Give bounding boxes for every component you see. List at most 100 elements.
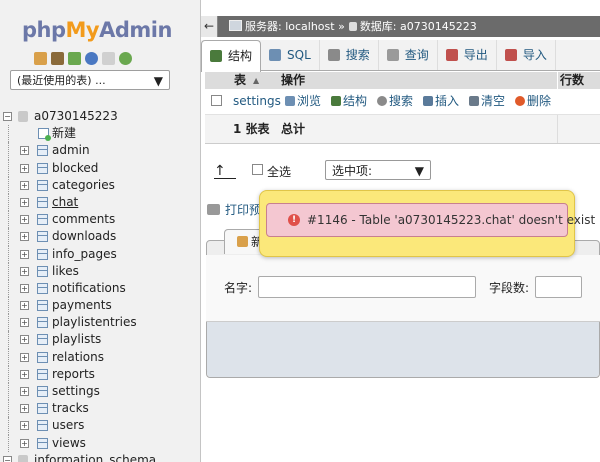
exit-icon[interactable]	[51, 52, 64, 65]
browse-link[interactable]: 浏览	[285, 89, 321, 114]
expand-icon[interactable]: +	[20, 438, 29, 448]
breadcrumb-database[interactable]: 数据库: a0730145223	[360, 20, 477, 33]
tab-4[interactable]: 导出	[438, 40, 497, 70]
drop-link[interactable]: 删除	[515, 89, 551, 114]
expand-icon[interactable]: +	[20, 266, 29, 276]
tree-database-information-schema[interactable]: − information_schema	[0, 452, 200, 462]
structure-link[interactable]: 结构	[331, 89, 367, 114]
tree-table-playlists[interactable]: + playlists	[0, 331, 200, 349]
field-count-label: 字段数:	[489, 281, 530, 295]
tree-table-downloads[interactable]: + downloads	[0, 228, 200, 246]
tree-database[interactable]: − a0730145223	[0, 108, 200, 125]
main-tabs: 结构 SQL 搜索 查询 导出 导入	[201, 40, 600, 72]
create-table-footer	[207, 322, 599, 377]
with-selected-bar: ↑ 全选 选中项: ▼	[214, 160, 594, 182]
quick-links	[34, 52, 132, 65]
expand-icon[interactable]: +	[20, 387, 29, 396]
collapse-icon[interactable]: −	[3, 455, 12, 462]
table-icon	[37, 231, 48, 243]
tree-table-admin[interactable]: + admin	[0, 142, 200, 160]
expand-icon[interactable]: +	[20, 404, 29, 414]
column-action: 操作	[281, 73, 306, 87]
summary-count: 1 张表	[233, 122, 270, 136]
expand-icon[interactable]: +	[20, 232, 29, 242]
tree-table-categories[interactable]: + categories	[0, 176, 200, 194]
breadcrumb-server[interactable]: 服务器: localhost »	[245, 20, 345, 33]
expand-icon[interactable]: +	[20, 215, 29, 225]
tab-2[interactable]: 搜索	[320, 40, 379, 70]
table-icon	[37, 145, 48, 157]
tree-table-relations[interactable]: + relations	[0, 348, 200, 366]
settings-icon[interactable]	[119, 52, 132, 65]
tree-table-playlistentries[interactable]: + playlistentries	[0, 314, 200, 332]
expand-icon[interactable]: +	[20, 180, 29, 190]
recent-tables-select[interactable]: (最近使用的表) ... ▼	[10, 70, 170, 90]
error-popup[interactable]: ! #1146 - Table 'a0730145223.chat' doesn…	[259, 190, 595, 257]
table-name-link[interactable]: settings	[233, 89, 281, 114]
tree-table-users[interactable]: + users	[0, 417, 200, 435]
tree-table-tracks[interactable]: + tracks	[0, 400, 200, 418]
tree-new-table[interactable]: 新建	[0, 125, 200, 143]
tree-table-likes[interactable]: + likes	[0, 262, 200, 280]
chevron-down-icon: ▼	[414, 164, 424, 178]
table-list: 表 ▲ 操作 行数 settings 浏览 结构 搜索 插入 清空 删除 1 张…	[205, 72, 600, 144]
expand-icon[interactable]: +	[20, 249, 29, 259]
expand-icon[interactable]: +	[20, 301, 29, 311]
check-all-checkbox[interactable]	[252, 164, 263, 175]
expand-icon[interactable]: +	[20, 163, 29, 173]
row-checkbox[interactable]	[211, 95, 222, 106]
expand-icon[interactable]: +	[20, 318, 29, 328]
expand-icon[interactable]: +	[20, 283, 29, 293]
field-count-input[interactable]	[535, 276, 582, 298]
table-icon	[37, 196, 48, 208]
tree-table-blocked[interactable]: + blocked	[0, 159, 200, 177]
tree-table-notifications[interactable]: + notifications	[0, 279, 200, 298]
help-icon[interactable]	[85, 52, 98, 65]
column-table[interactable]: 表	[234, 72, 246, 89]
with-selected-select[interactable]: 选中项: ▼	[325, 160, 431, 180]
table-icon	[37, 420, 48, 432]
structure-icon	[210, 50, 222, 62]
tree-table-comments[interactable]: + comments	[0, 211, 200, 229]
check-all-label[interactable]: 全选	[267, 163, 291, 180]
error-message: #1146 - Table 'a0730145223.chat' doesn't…	[307, 213, 596, 227]
tree-table-info_pages[interactable]: + info_pages	[0, 245, 200, 263]
expand-icon[interactable]: +	[20, 369, 29, 379]
sort-asc-icon: ▲	[253, 76, 260, 85]
tree-table-views[interactable]: + views	[0, 434, 200, 452]
insert-link[interactable]: 插入	[423, 89, 459, 114]
tab-0[interactable]: 结构	[201, 40, 262, 72]
tree-table-payments[interactable]: + payments	[0, 297, 200, 315]
search-link[interactable]: 搜索	[377, 89, 413, 114]
collapse-panel-button[interactable]: ←	[201, 16, 218, 37]
search-icon	[327, 49, 340, 61]
new-table-icon	[237, 236, 248, 247]
drop-icon	[515, 96, 525, 106]
docs-icon[interactable]	[102, 52, 115, 65]
home-icon[interactable]	[34, 52, 47, 65]
tree-table-chat[interactable]: + chat	[0, 193, 200, 212]
tree-table-reports[interactable]: + reports	[0, 365, 200, 383]
expand-icon[interactable]: +	[20, 197, 29, 207]
expand-icon[interactable]: +	[20, 421, 29, 431]
chevron-down-icon: ▼	[153, 74, 163, 88]
collapse-icon[interactable]: −	[3, 112, 12, 121]
summary-total: 总计	[281, 122, 306, 136]
column-rows[interactable]: 行数	[560, 72, 584, 89]
phpmyadmin-logo[interactable]: phpMyAdmin	[22, 18, 172, 42]
import-icon	[504, 49, 517, 61]
print-view-link[interactable]: 打印预	[207, 201, 261, 218]
error-message-box: ! #1146 - Table 'a0730145223.chat' doesn…	[266, 203, 595, 237]
tab-5[interactable]: 导入	[497, 40, 556, 70]
tab-1[interactable]: SQL	[261, 40, 320, 70]
table-icon	[37, 437, 48, 449]
table-name-input[interactable]	[258, 276, 476, 298]
tree-table-settings[interactable]: + settings	[0, 383, 200, 401]
sql-query-icon[interactable]	[68, 52, 81, 65]
tab-3[interactable]: 查询	[379, 40, 438, 70]
empty-link[interactable]: 清空	[469, 89, 505, 114]
sql-icon	[269, 49, 282, 61]
expand-icon[interactable]: +	[20, 352, 29, 362]
expand-icon[interactable]: +	[20, 335, 29, 345]
expand-icon[interactable]: +	[20, 146, 29, 156]
